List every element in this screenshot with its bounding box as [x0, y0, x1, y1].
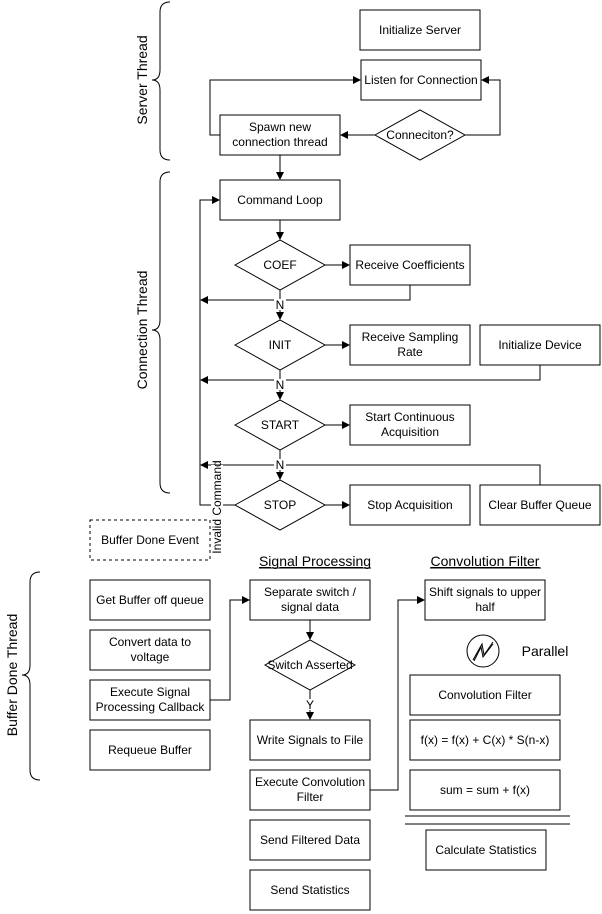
get-buffer-box: Get Buffer off queue	[89, 579, 211, 621]
svg-text:f(x) = f(x) + C(x) * S(n-x): f(x) = f(x) + C(x) * S(n-x)	[421, 733, 550, 747]
svg-text:Acquisition: Acquisition	[381, 425, 439, 439]
initialize-device-box: Initialize Device	[479, 324, 601, 366]
buffer-done-thread-label: Buffer Done Thread	[4, 614, 20, 736]
svg-text:connection thread: connection thread	[232, 135, 327, 149]
svg-text:voltage: voltage	[131, 650, 170, 664]
spawn-connection-thread-box: Spawn new connection thread	[219, 114, 341, 156]
svg-text:Execute Convolution: Execute Convolution	[255, 775, 365, 789]
svg-text:Spawn new: Spawn new	[249, 120, 311, 134]
parallel-icon	[466, 634, 500, 668]
switch-yes-label: Y	[306, 698, 314, 712]
svg-text:half: half	[475, 600, 495, 614]
svg-text:Initialize Server: Initialize Server	[379, 23, 461, 37]
connection-thread-brace	[151, 171, 171, 494]
clear-buffer-queue-box: Clear Buffer Queue	[479, 484, 601, 526]
svg-text:Get Buffer off queue: Get Buffer off queue	[96, 593, 204, 607]
svg-text:Receive Sampling: Receive Sampling	[362, 330, 459, 344]
svg-text:Write Signals to File: Write Signals to File	[257, 733, 364, 747]
convolution-filter-box: Convolution Filter	[409, 674, 561, 716]
convert-data-box: Convert data to voltage	[89, 629, 211, 671]
flowchart: Server Thread Connection Thread Buffer D…	[4, 1, 601, 911]
server-thread-label: Server Thread	[134, 35, 150, 124]
svg-text:Processing Callback: Processing Callback	[96, 700, 206, 714]
svg-text:Command Loop: Command Loop	[237, 193, 323, 207]
convolution-filter-title: Convolution Filter	[431, 553, 540, 569]
svg-text:START: START	[261, 418, 300, 432]
stop-decision: STOP	[233, 479, 327, 531]
svg-text:Convolution Filter: Convolution Filter	[438, 688, 531, 702]
buffer-done-event-box: Buffer Done Event	[89, 519, 211, 561]
calculate-statistics-box: Calculate Statistics	[425, 829, 547, 871]
initialize-server-box: Initialize Server	[359, 9, 481, 51]
svg-text:Execute Signal: Execute Signal	[110, 685, 190, 699]
svg-text:Filter: Filter	[297, 790, 324, 804]
svg-text:Send Statistics: Send Statistics	[270, 883, 349, 897]
requeue-buffer-box: Requeue Buffer	[89, 729, 211, 771]
svg-text:Start Continuous: Start Continuous	[365, 410, 454, 424]
separate-data-box: Separate switch / signal data	[249, 579, 371, 621]
command-loop-box: Command Loop	[219, 179, 341, 221]
server-thread-brace	[151, 1, 171, 161]
init-return-arrow	[200, 365, 541, 384]
coef-decision: COEF	[233, 239, 327, 291]
coef-return-arrow	[200, 285, 411, 304]
init-no-label: N	[276, 378, 285, 392]
svg-text:Receive Coefficients: Receive Coefficients	[355, 258, 464, 272]
start-decision: START	[233, 399, 327, 451]
svg-text:Requeue Buffer: Requeue Buffer	[108, 743, 192, 757]
signal-processing-title: Signal Processing	[259, 553, 371, 569]
callback-to-signal-arrow	[210, 596, 250, 701]
svg-text:INIT: INIT	[269, 338, 292, 352]
stop-acquisition-box: Stop Acquisition	[349, 484, 471, 526]
svg-text:Calculate Statistics: Calculate Statistics	[435, 843, 536, 857]
sum-box: sum = sum + f(x)	[409, 769, 561, 811]
command-loop-return-line	[199, 196, 235, 506]
svg-text:Listen for Connection: Listen for Connection	[364, 73, 477, 87]
parallel-label: Parallel	[522, 643, 569, 659]
start-no-label: N	[276, 458, 285, 472]
svg-text:Buffer Done Event: Buffer Done Event	[101, 533, 200, 547]
svg-text:Clear Buffer Queue: Clear Buffer Queue	[488, 498, 591, 512]
svg-text:Send Filtered Data: Send Filtered Data	[260, 833, 360, 847]
svg-text:Convert data to: Convert data to	[109, 635, 191, 649]
svg-text:STOP: STOP	[264, 498, 296, 512]
svg-text:signal data: signal data	[281, 600, 339, 614]
coef-no-label: N	[276, 298, 285, 312]
execute-signal-processing-box: Execute Signal Processing Callback	[89, 679, 211, 721]
buffer-done-thread-brace	[21, 571, 41, 781]
svg-text:Switch Asserted: Switch Asserted	[267, 658, 352, 672]
write-signals-box: Write Signals to File	[249, 719, 371, 761]
listen-for-connection-box: Listen for Connection	[360, 59, 482, 101]
svg-text:Conneciton?: Conneciton?	[386, 128, 454, 142]
send-statistics-box: Send Statistics	[249, 869, 371, 911]
connection-decision: Conneciton?	[373, 109, 467, 161]
svg-text:Initialize Device: Initialize Device	[498, 338, 582, 352]
svg-text:sum = sum + f(x): sum = sum + f(x)	[440, 783, 530, 797]
execute-convolution-box: Execute Convolution Filter	[249, 769, 371, 811]
start-acquisition-box: Start Continuous Acquisition	[349, 404, 471, 446]
send-filtered-data-box: Send Filtered Data	[249, 819, 371, 861]
svg-text:COEF: COEF	[263, 258, 296, 272]
svg-text:Stop Acquisition: Stop Acquisition	[367, 498, 452, 512]
connection-thread-label: Connection Thread	[134, 271, 150, 390]
svg-text:Shift signals to upper: Shift signals to upper	[429, 585, 541, 599]
svg-text:Separate switch /: Separate switch /	[264, 585, 357, 599]
init-decision: INIT	[233, 319, 327, 371]
switch-asserted-decision: Switch Asserted	[263, 639, 357, 691]
shift-signals-box: Shift signals to upper half	[424, 579, 546, 621]
invalid-command-label: Invalid Command	[210, 460, 224, 553]
svg-text:Rate: Rate	[397, 345, 423, 359]
clear-queue-return-arrow	[200, 461, 541, 485]
receive-coefficients-box: Receive Coefficients	[349, 244, 471, 286]
formula-box: f(x) = f(x) + C(x) * S(n-x)	[409, 719, 561, 761]
receive-sampling-rate-box: Receive Sampling Rate	[349, 324, 471, 366]
